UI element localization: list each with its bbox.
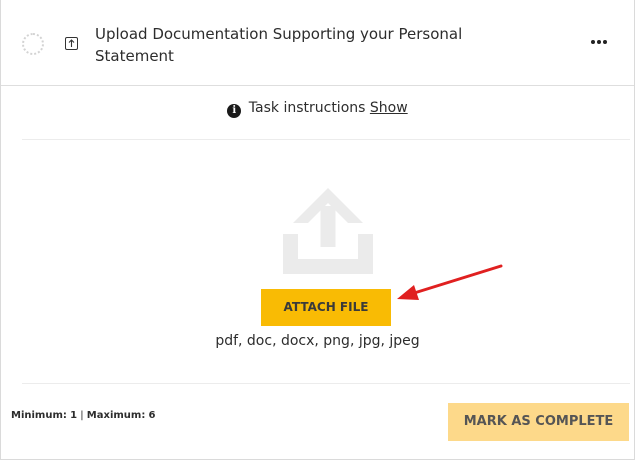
divider xyxy=(22,139,630,140)
maximum-label: Maximum: xyxy=(86,410,146,421)
limits-separator: | xyxy=(80,410,84,421)
allowed-file-types: pdf, doc, docx, png, jpg, jpeg xyxy=(215,333,420,349)
upload-box-icon xyxy=(65,37,78,50)
minimum-label: Minimum: xyxy=(11,410,67,421)
attach-file-button[interactable]: ATTACH FILE xyxy=(261,289,391,326)
upload-tray-icon xyxy=(283,184,373,278)
upload-task-card: Upload Documentation Supporting your Per… xyxy=(0,0,635,460)
info-icon: i xyxy=(227,104,242,118)
minimum-value: 1 xyxy=(70,410,78,421)
task-title: Upload Documentation Supporting your Per… xyxy=(95,25,463,65)
ellipsis-icon[interactable] xyxy=(584,30,614,54)
task-instructions: i Task instructions Show xyxy=(1,100,634,118)
red-arrow-icon xyxy=(381,258,506,307)
divider xyxy=(22,383,630,384)
instructions-label: Task instructions xyxy=(248,100,366,116)
file-count-limits: Minimum: 1 | Maximum: 6 xyxy=(11,410,156,421)
mark-as-complete-button[interactable]: MARK AS COMPLETE xyxy=(448,403,629,441)
maximum-value: 6 xyxy=(148,410,156,421)
task-header: Upload Documentation Supporting your Per… xyxy=(1,0,634,86)
dotted-circle-icon[interactable] xyxy=(22,33,44,55)
show-instructions-link[interactable]: Show xyxy=(370,100,408,116)
